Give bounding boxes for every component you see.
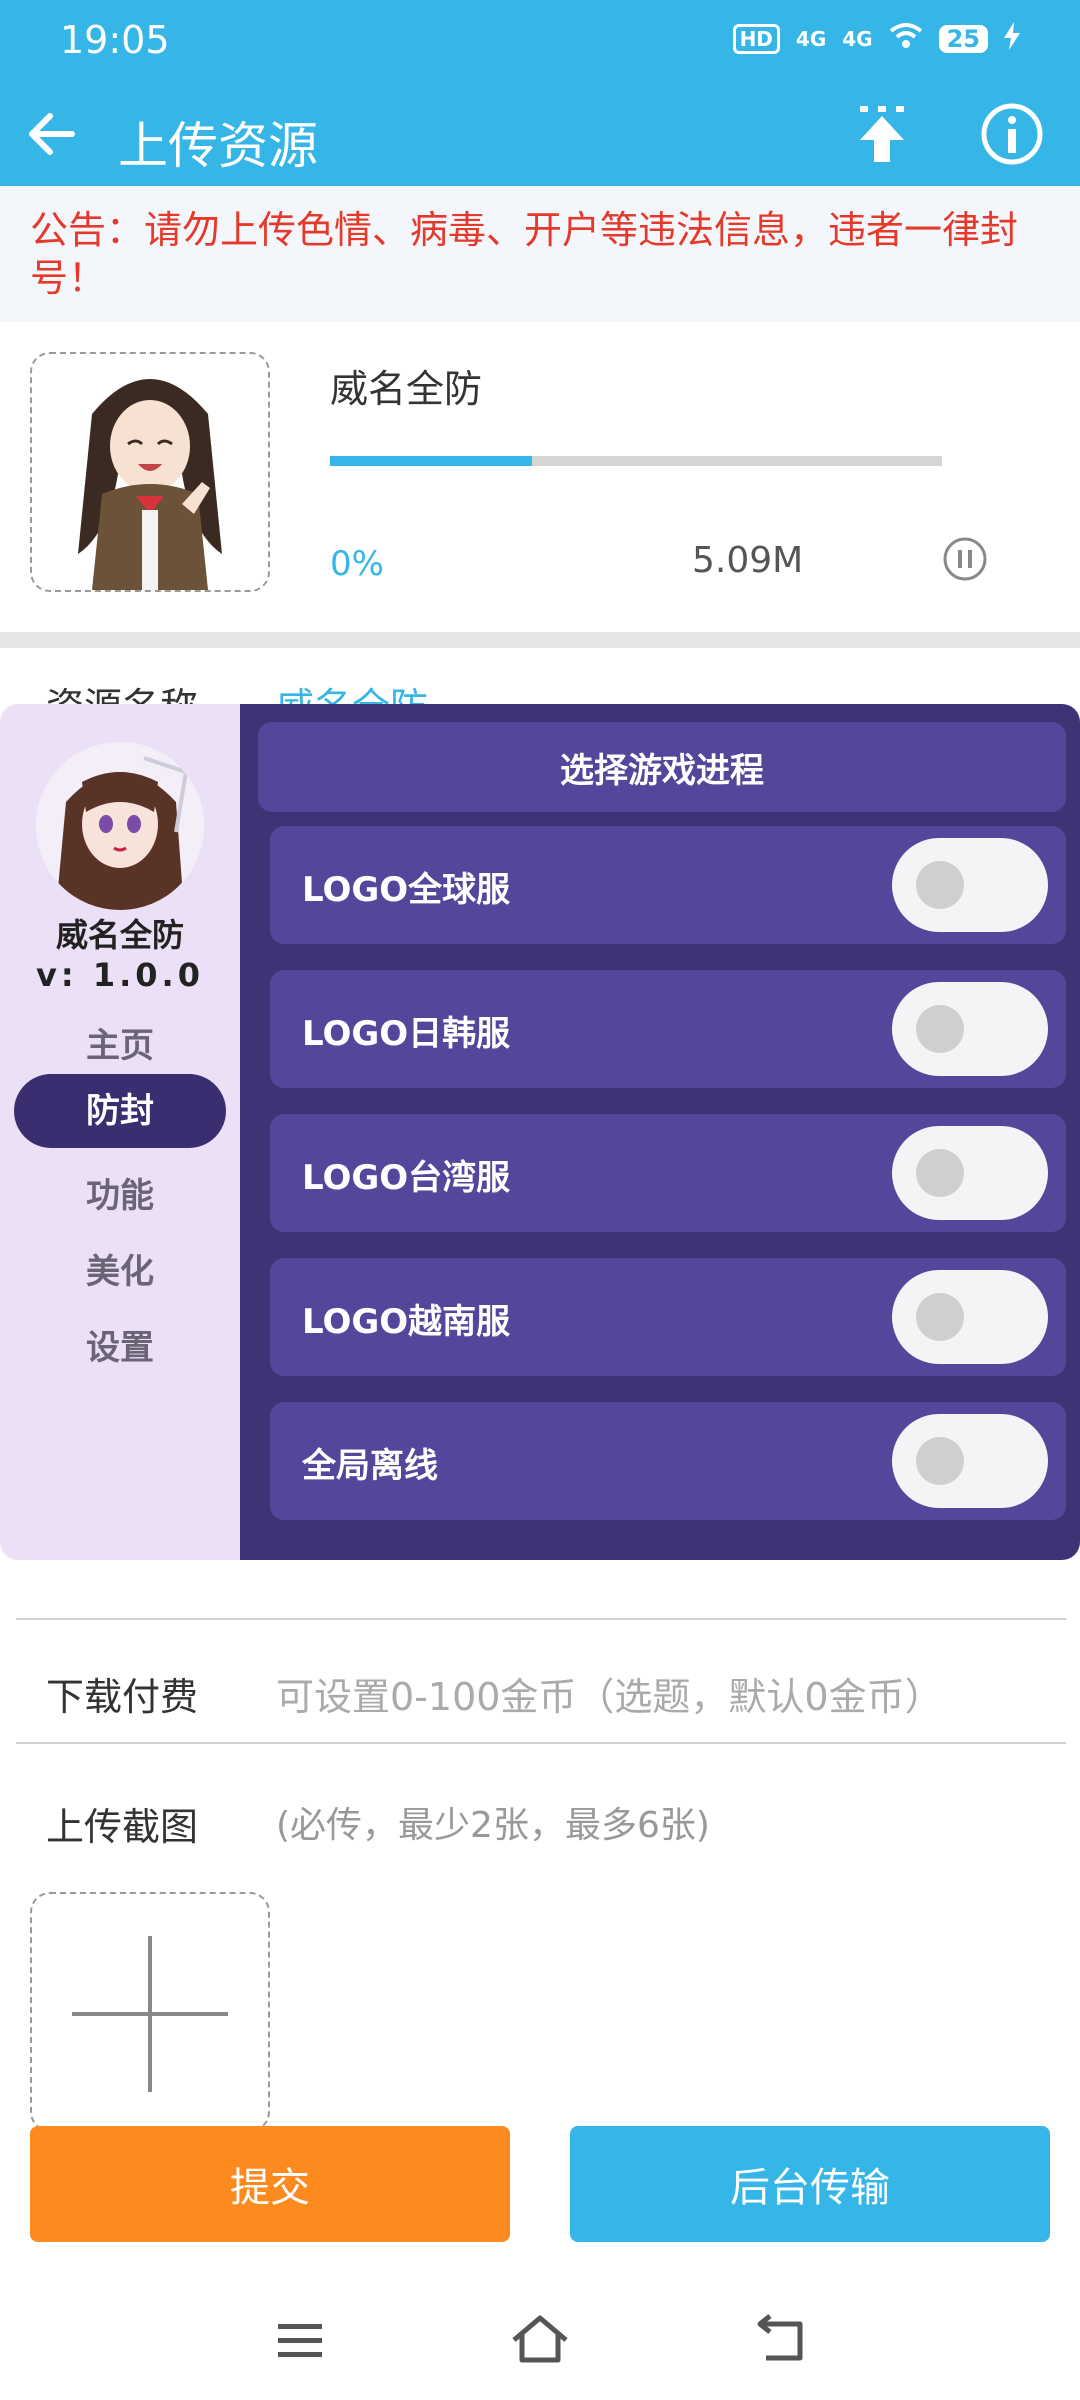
- status-bar: 19:05 HD 4G 4G 25: [0, 0, 1080, 86]
- option-label: 全局离线: [302, 1446, 438, 1486]
- menu-icon[interactable]: [270, 2310, 330, 2370]
- screenshot-label: 上传截图: [46, 1805, 199, 1849]
- option-label: LOGO日韩服: [302, 1014, 511, 1054]
- hd-icon: HD: [732, 24, 780, 54]
- divider: [16, 1742, 1066, 1744]
- pause-icon[interactable]: [942, 536, 988, 582]
- divider: [16, 1618, 1066, 1620]
- menu-app-name: 威名全防: [55, 916, 184, 954]
- menu-section-header: 选择游戏进程: [258, 722, 1066, 812]
- background-transfer-button[interactable]: 后台传输: [570, 2126, 1050, 2242]
- resource-card: 威名全防 0% 5.09M: [0, 322, 1080, 632]
- system-nav-bar: [0, 2280, 1080, 2400]
- menu-nav-features[interactable]: 功能: [0, 1168, 240, 1217]
- option-global-server: LOGO全球服: [270, 826, 1066, 944]
- toggle-switch[interactable]: [892, 982, 1048, 1076]
- mod-menu-overlay: 威名全防 v: 1.0.0 主页 防封 功能 美化 设置 选择游戏进程 LOGO…: [0, 704, 1080, 1560]
- section-divider: [0, 632, 1080, 648]
- option-global-offline: 全局离线: [270, 1402, 1066, 1520]
- toggle-switch[interactable]: [892, 1270, 1048, 1364]
- upload-progress-bar: [330, 456, 942, 466]
- info-icon[interactable]: [980, 102, 1044, 166]
- menu-nav-beautify[interactable]: 美化: [0, 1244, 240, 1293]
- menu-nav-antiban[interactable]: 防封: [14, 1074, 226, 1148]
- option-vietnam-server: LOGO越南服: [270, 1258, 1066, 1376]
- home-icon[interactable]: [510, 2310, 570, 2370]
- toggle-switch[interactable]: [892, 838, 1048, 932]
- download-fee-row: 下载付费 可设置0-100金币（选题，默认0金币）: [0, 1666, 1080, 1726]
- download-fee-input[interactable]: 可设置0-100金币（选题，默认0金币）: [276, 1666, 943, 1721]
- file-size: 5.09M: [692, 540, 804, 581]
- charging-icon: [1004, 22, 1020, 56]
- battery-icon: 25: [938, 25, 988, 53]
- resource-thumbnail[interactable]: [30, 352, 270, 592]
- resource-name: 威名全防: [330, 367, 483, 411]
- screenshot-row: 上传截图 (必传，最少2张，最多6张): [0, 1796, 1080, 1856]
- status-time: 19:05: [60, 18, 170, 62]
- upload-progress-fill: [330, 456, 532, 466]
- signal-icon-2: 4G: [842, 27, 873, 51]
- back-icon[interactable]: [750, 2310, 810, 2370]
- toggle-switch[interactable]: [892, 1414, 1048, 1508]
- menu-nav-settings[interactable]: 设置: [0, 1320, 240, 1369]
- download-fee-label: 下载付费: [46, 1675, 199, 1719]
- option-jpkr-server: LOGO日韩服: [270, 970, 1066, 1088]
- app-bar: 上传资源: [0, 86, 1080, 186]
- option-label: LOGO全球服: [302, 870, 511, 910]
- signal-icon: 4G: [795, 27, 827, 51]
- option-label: LOGO台湾服: [302, 1158, 511, 1198]
- option-label: LOGO越南服: [302, 1302, 511, 1342]
- mod-menu-content: 选择游戏进程 LOGO全球服 LOGO日韩服 LOGO台湾服 LOGO越南服 全…: [240, 704, 1080, 1560]
- add-screenshot-button[interactable]: [30, 1892, 270, 2132]
- wifi-icon: [889, 22, 923, 56]
- toggle-switch[interactable]: [892, 1126, 1048, 1220]
- submit-button[interactable]: 提交: [30, 2126, 510, 2242]
- announcement-banner: 公告：请勿上传色情、病毒、开户等违法信息，违者一律封号！: [0, 186, 1080, 322]
- status-icons: HD 4G 4G 25: [732, 22, 1020, 56]
- menu-nav-home[interactable]: 主页: [0, 1018, 240, 1067]
- option-taiwan-server: LOGO台湾服: [270, 1114, 1066, 1232]
- progress-percent: 0%: [330, 544, 384, 584]
- arrow-left-icon[interactable]: [22, 104, 82, 164]
- menu-version: v: 1.0.0: [36, 956, 204, 994]
- screenshot-hint: (必传，最少2张，最多6张): [276, 1805, 710, 1846]
- avatar: [36, 742, 204, 910]
- mod-menu-sidebar: 威名全防 v: 1.0.0 主页 防封 功能 美化 设置: [0, 704, 240, 1560]
- upload-icon[interactable]: [852, 102, 912, 166]
- page-title: 上传资源: [118, 117, 318, 175]
